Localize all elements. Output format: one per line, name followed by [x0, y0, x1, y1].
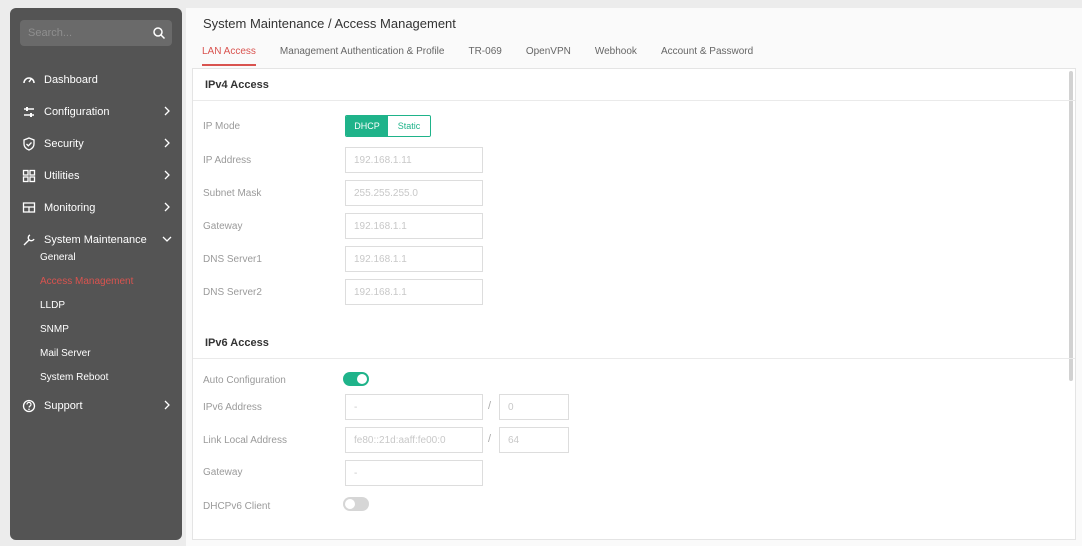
static-button[interactable]: Static — [388, 116, 430, 136]
ipv4-section-header: IPv4 Access — [193, 69, 1075, 101]
sidebar-item-configuration[interactable]: Configuration — [10, 100, 182, 124]
gateway-label: Gateway — [203, 221, 243, 232]
sidebar-item-label: System Maintenance — [44, 234, 147, 246]
sidebar-subitem-lldp[interactable]: LLDP — [40, 300, 65, 318]
link-local-address-label: Link Local Address — [203, 435, 287, 446]
dns-server1-field[interactable]: 192.168.1.1 — [345, 246, 483, 272]
search-icon[interactable] — [152, 26, 166, 40]
dashboard-icon — [23, 77, 35, 84]
grid-icon — [22, 169, 36, 183]
toggle-knob — [357, 374, 367, 384]
search-input[interactable]: Search... — [20, 20, 172, 46]
search-placeholder: Search... — [28, 27, 73, 39]
sidebar-subitem-snmp[interactable]: SNMP — [40, 324, 69, 342]
sidebar-item-label: Utilities — [44, 170, 80, 182]
sidebar-subitem-general[interactable]: General — [40, 252, 76, 270]
sidebar-item-support[interactable]: Support — [10, 394, 182, 418]
sidebar-item-label: Support — [44, 400, 83, 412]
sidebar-item-label: Dashboard — [44, 74, 98, 86]
sidebar-item-dashboard[interactable]: Dashboard — [10, 68, 182, 92]
lan-access-panel: IPv4 Access IP Mode DHCP Static IP Addre… — [192, 68, 1076, 540]
sidebar-subitem-system-reboot[interactable]: System Reboot — [40, 372, 108, 390]
wrench-icon — [23, 234, 35, 246]
dns-server2-field[interactable]: 192.168.1.1 — [345, 279, 483, 305]
ipv6-section-title: IPv6 Access — [205, 337, 269, 349]
tab-account-password[interactable]: Account & Password — [661, 42, 753, 66]
sidebar-item-monitoring[interactable]: Monitoring — [10, 196, 182, 220]
ip-address-field[interactable]: 192.168.1.11 — [345, 147, 483, 173]
sidebar-item-label: Configuration — [44, 106, 110, 118]
sidebar-subitem-mail-server[interactable]: Mail Server — [40, 348, 91, 366]
ipv4-section-title: IPv4 Access — [205, 79, 269, 91]
dhcpv6-client-toggle[interactable] — [343, 497, 369, 511]
tab-tr-069[interactable]: TR-069 — [468, 42, 501, 66]
prefix-separator: / — [488, 433, 492, 445]
dhcp-button[interactable]: DHCP — [346, 116, 388, 136]
sliders-icon — [24, 107, 34, 117]
breadcrumb: System Maintenance / Access Management — [203, 16, 456, 31]
sidebar-item-label: Security — [44, 138, 84, 150]
chevron-right-icon — [164, 138, 170, 148]
chevron-right-icon — [164, 400, 170, 410]
dns-server2-label: DNS Server2 — [203, 287, 262, 298]
ip-mode-label: IP Mode — [203, 121, 241, 132]
ipv6-gateway-label: Gateway — [203, 467, 243, 478]
ipv6-gateway-field[interactable]: - — [345, 460, 483, 486]
subnet-mask-field[interactable]: 255.255.255.0 — [345, 180, 483, 206]
sidebar: Search... Dashboard Configuration Securi… — [10, 8, 182, 540]
tab-webhook[interactable]: Webhook — [595, 42, 637, 66]
sidebar-item-security[interactable]: Security — [10, 132, 182, 156]
sidebar-item-label: Monitoring — [44, 202, 96, 214]
dhcpv6-client-label: DHCPv6 Client — [203, 501, 271, 512]
shield-icon — [23, 137, 35, 151]
chevron-right-icon — [164, 170, 170, 180]
subnet-mask-label: Subnet Mask — [203, 188, 262, 199]
sidebar-item-system-maintenance[interactable]: System Maintenance — [10, 228, 182, 252]
ipv6-address-field[interactable]: - — [345, 394, 483, 420]
ip-address-label: IP Address — [203, 155, 252, 166]
link-local-prefix-field[interactable]: 64 — [499, 427, 569, 453]
prefix-separator: / — [488, 400, 492, 412]
tab-bar: LAN Access Management Authentication & P… — [186, 42, 1076, 66]
chevron-down-icon — [162, 236, 172, 242]
ip-mode-toggle-group: DHCP Static — [345, 115, 431, 137]
auto-configuration-label: Auto Configuration — [203, 375, 286, 386]
chevron-right-icon — [164, 202, 170, 212]
sidebar-item-utilities[interactable]: Utilities — [10, 164, 182, 188]
auto-configuration-toggle[interactable] — [343, 372, 369, 386]
link-local-address-field[interactable]: fe80::21d:aaff:fe00:0 — [345, 427, 483, 453]
dns-server1-label: DNS Server1 — [203, 254, 262, 265]
help-icon — [22, 399, 36, 413]
sidebar-subitem-access-management[interactable]: Access Management — [40, 276, 133, 294]
ipv6-section-header: IPv6 Access — [193, 327, 1075, 359]
tab-lan-access[interactable]: LAN Access — [202, 42, 256, 66]
ipv6-prefix-field[interactable]: 0 — [499, 394, 569, 420]
gateway-field[interactable]: 192.168.1.1 — [345, 213, 483, 239]
toggle-knob — [345, 499, 355, 509]
tab-management-authentication[interactable]: Management Authentication & Profile — [280, 42, 445, 66]
tab-openvpn[interactable]: OpenVPN — [526, 42, 571, 66]
chevron-right-icon — [164, 106, 170, 116]
ipv6-address-label: IPv6 Address — [203, 402, 262, 413]
monitor-icon — [22, 202, 36, 213]
